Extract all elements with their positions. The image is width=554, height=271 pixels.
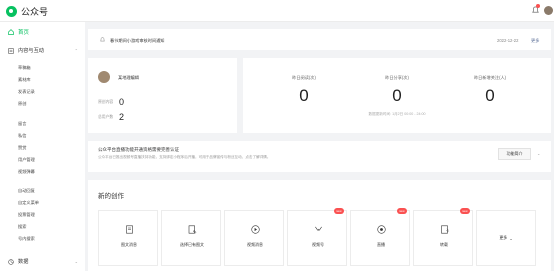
notice-bell-icon [100, 37, 105, 42]
stat-new-followers-label: 昨日新增关注(人) [473, 75, 507, 80]
live-icon [377, 225, 386, 234]
promo-banner: 公众平台直播功能开通资格需要完善认证 公众平台已推出视频号直播扶持功能，支持绑定… [88, 141, 551, 172]
stat-shares-value: 0 [392, 86, 402, 105]
stat-shares: 昨日分享(次) 0 [357, 75, 437, 106]
new-creation-heading: 新的创作 [98, 193, 124, 200]
tile-channels-label: 视频号 [312, 242, 324, 247]
app-name: 公众号 [21, 7, 49, 17]
notice-bar: 春节期间小游戏审核时间通知 2022-12-22 更多 [88, 29, 551, 50]
tile-more[interactable]: 更多 ⌄ [476, 210, 536, 266]
sidebar-section-content-label: 内容与互动 [18, 48, 44, 54]
content-icon [8, 47, 14, 54]
account-avatar [98, 71, 110, 83]
sidebar-home-label: 首页 [18, 30, 30, 36]
sidebar-item-original[interactable]: 原创 [18, 101, 26, 107]
logo-icon [6, 6, 17, 17]
new-badge: new [460, 208, 470, 214]
tile-select-article-label: 选择已有图文 [180, 242, 204, 247]
sidebar-item-published[interactable]: 发表记录 [18, 89, 35, 95]
notification-badge [536, 4, 540, 8]
tile-select-article[interactable]: 选择已有图文 [161, 210, 221, 266]
tile-live[interactable]: new 直播 [350, 208, 410, 266]
sidebar: 首页 内容与互动 ⌃ 草稿箱 素材库 发表记录 原创 留言 私信 赞赏 用户管理… [0, 22, 85, 271]
article-icon [126, 225, 133, 234]
account-card: 某地理编辑 原创内容 0 总用户数 2 [88, 58, 237, 133]
promo-description: 公众平台已推出视频号直播扶持功能，支持绑定小程序后开播，可用于品牌宣传与粉丝互动… [98, 155, 271, 159]
sidebar-section-content[interactable]: 内容与互动 ⌃ [8, 47, 78, 54]
tile-live-label: 直播 [377, 242, 385, 247]
original-count-value: 0 [119, 97, 125, 107]
video-icon [251, 225, 260, 234]
chevron-down-icon[interactable]: ⌄ [537, 151, 540, 156]
chevron-down-icon: ⌄ [74, 259, 78, 264]
tile-more-label: 更多 [499, 235, 508, 240]
tile-channels[interactable]: new 视频号 [287, 208, 347, 266]
stat-reads-value: 0 [299, 86, 309, 105]
account-name: 某地理编辑 [118, 75, 139, 80]
tile-repost[interactable]: new 转载 [413, 208, 473, 266]
sidebar-item-danmaku[interactable]: 视频弹幕 [18, 169, 35, 175]
sidebar-item-rewards[interactable]: 赞赏 [18, 145, 26, 151]
home-icon [8, 29, 14, 35]
select-article-icon [188, 225, 197, 234]
stats-update-time: 数据更新时间: 1月2日 00:00 - 24:00 [368, 112, 426, 116]
stats-card: 昨日阅读(次) 0 昨日分享(次) 0 昨日新增关注(人) 0 数据更新时间: … [243, 58, 551, 133]
new-badge: new [397, 208, 407, 214]
stat-reads-label: 昨日阅读(次) [292, 75, 316, 80]
sidebar-item-assets[interactable]: 素材库 [18, 77, 31, 83]
chevron-down-icon: ⌄ [509, 235, 513, 241]
sidebar-item-drafts[interactable]: 草稿箱 [18, 65, 31, 71]
sidebar-item-comments[interactable]: 留言 [18, 121, 26, 127]
sidebar-item-home[interactable]: 首页 [8, 28, 29, 36]
sidebar-item-custom-menu[interactable]: 自定义菜单 [18, 200, 39, 206]
stat-new-followers: 昨日新增关注(人) 0 [450, 75, 530, 106]
tile-repost-label: 转载 [440, 242, 448, 247]
tile-article-label: 图文消息 [121, 242, 137, 247]
top-bar: 公众号 [0, 0, 554, 22]
sidebar-item-messages[interactable]: 私信 [18, 133, 26, 139]
notice-date: 2022-12-22 [497, 38, 519, 43]
original-count-label: 原创内容 [98, 100, 114, 104]
stat-reads: 昨日阅读(次) 0 [264, 75, 344, 106]
sidebar-item-auto-reply[interactable]: 自动回复 [18, 188, 35, 194]
user-count-label: 总用户数 [98, 115, 114, 119]
notice-text[interactable]: 春节期间小游戏审核时间通知 [110, 38, 164, 44]
tile-article[interactable]: 图文消息 [98, 210, 158, 266]
feature-intro-button[interactable]: 功能简介 [498, 148, 531, 160]
sidebar-section-data-label: 数据 [18, 259, 29, 265]
data-icon [8, 258, 14, 265]
tile-video[interactable]: 视频消息 [224, 210, 284, 266]
sidebar-item-search[interactable]: 搜索 [18, 224, 26, 230]
user-count-value[interactable]: 2 [119, 112, 124, 122]
new-badge: new [334, 208, 344, 214]
sidebar-item-in-account-search[interactable]: 号内搜索 [18, 236, 35, 242]
avatar[interactable] [544, 6, 553, 15]
logo[interactable]: 公众号 [6, 5, 48, 18]
promo-title: 公众平台直播功能开通资格需要完善认证 [98, 147, 179, 152]
tile-video-label: 视频消息 [247, 242, 263, 247]
sidebar-item-users[interactable]: 用户管理 [18, 157, 35, 163]
repost-icon [441, 225, 449, 234]
stat-new-followers-value: 0 [485, 86, 495, 105]
notice-more-link[interactable]: 更多 [531, 38, 539, 44]
sidebar-item-votes[interactable]: 投票管理 [18, 212, 35, 218]
stat-shares-label: 昨日分享(次) [385, 75, 409, 80]
new-creation-card: 新的创作 图文消息 选择已有图文 视频消息 new 视频号 new 直播 new… [88, 180, 551, 271]
sidebar-section-data[interactable]: 数据 ⌄ [8, 258, 78, 265]
channels-icon [314, 226, 323, 231]
chevron-up-icon: ⌃ [74, 48, 78, 53]
